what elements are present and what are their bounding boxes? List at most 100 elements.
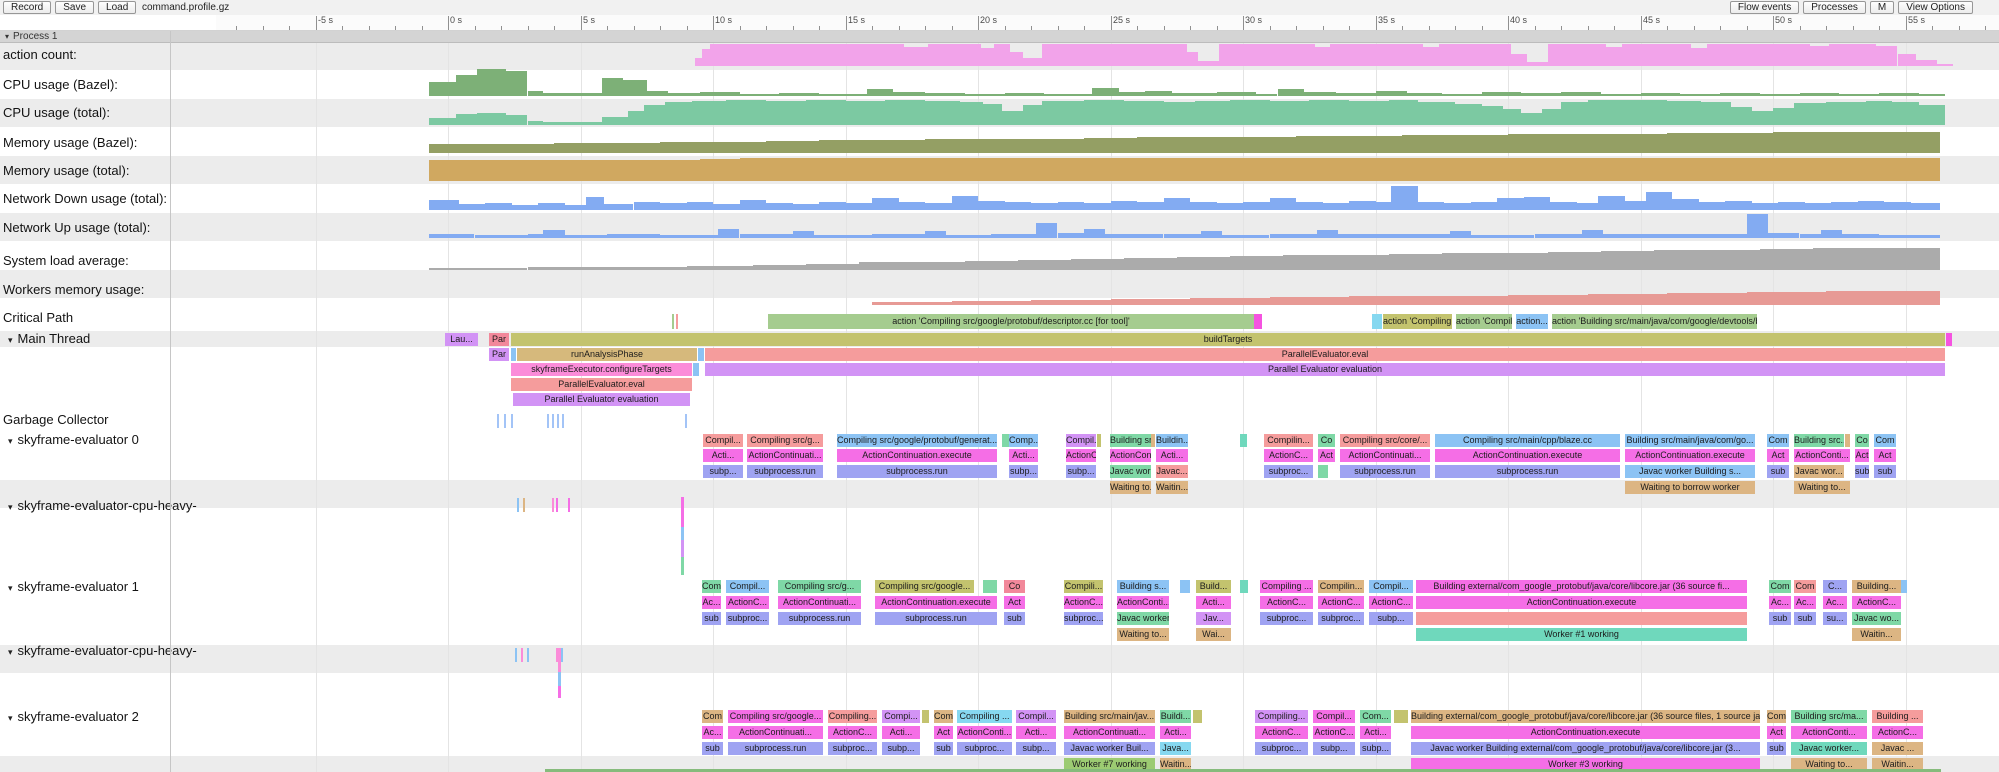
track-segment-skyframe-evaluator-0[interactable]	[1318, 465, 1328, 478]
chart-bar-memory-usage-total[interactable]	[1455, 158, 1561, 181]
chart-bar-cpu-usage-total[interactable]	[1521, 113, 1542, 125]
track-segment-skyframe-evaluator-0[interactable]: Com	[1767, 434, 1789, 447]
track-segment-main-thread[interactable]: Lau...	[445, 333, 478, 346]
chart-bar-cpu-usage-total[interactable]	[1503, 109, 1522, 125]
track-segment-skyframe-evaluator-0[interactable]: ActionC...	[1066, 449, 1096, 462]
chart-bar-cpu-usage-bazel[interactable]	[1720, 93, 1760, 96]
chart-bar-cpu-usage-total[interactable]	[1455, 104, 1482, 125]
chart-bar-workers-memory-usage[interactable]	[1747, 292, 1827, 305]
track-segment-skyframe-evaluator-1[interactable]: Build...	[1196, 580, 1231, 593]
chart-bar-cpu-usage-total[interactable]	[1482, 106, 1503, 125]
chart-bar-cpu-usage-total[interactable]	[477, 113, 506, 125]
chart-bar-network-down-usage-total[interactable]	[766, 203, 793, 210]
track-segment-skyframe-evaluator-0[interactable]: Act	[1767, 449, 1789, 462]
chart-bar-network-down-usage-total[interactable]	[512, 205, 539, 210]
chart-bar-memory-usage-bazel[interactable]	[660, 142, 713, 153]
track-segment-skyframe-evaluator-0[interactable]: Waiting to...	[1110, 481, 1151, 494]
track-segment-skyframe-evaluator-2[interactable]: subproc...	[957, 742, 1012, 755]
track-segment-skyframe-evaluator-0[interactable]	[1845, 434, 1850, 447]
track-segment-skyframe-evaluator-0[interactable]: ActionContinuati...	[1340, 449, 1430, 462]
chart-bar-memory-usage-bazel[interactable]	[872, 140, 925, 153]
track-segment-skyframe-evaluator-1[interactable]: subprocess.run	[778, 612, 861, 625]
chart-bar-cpu-usage-total[interactable]	[766, 101, 806, 125]
chart-bar-action-count[interactable]	[1010, 52, 1023, 66]
track-segment-skyframe-evaluator-1[interactable]	[983, 580, 997, 593]
chart-bar-system-load-average[interactable]	[859, 262, 912, 270]
chart-bar-workers-memory-usage[interactable]	[1111, 299, 1191, 305]
chart-bar-cpu-usage-total[interactable]	[726, 100, 766, 125]
track-segment-skyframe-evaluator-1[interactable]: Building external/com_google_protobuf/ja…	[1416, 580, 1747, 593]
track-segment-skyframe-evaluator-2[interactable]	[922, 710, 929, 723]
chart-bar-cpu-usage-total[interactable]	[1561, 102, 1588, 125]
track-segment-skyframe-evaluator-0[interactable]: sub	[1855, 465, 1869, 478]
chart-bar-memory-usage-bazel[interactable]	[1561, 134, 1614, 153]
chart-bar-network-up-usage-total[interactable]	[1906, 235, 1940, 238]
track-segment-skyframe-evaluator-1[interactable]: ActionContinuati...	[778, 596, 861, 609]
chart-bar-network-down-usage-total[interactable]	[1323, 203, 1350, 210]
chart-bar-action-count[interactable]	[1219, 44, 1314, 66]
chart-bar-system-load-average[interactable]	[1283, 255, 1336, 270]
chart-bar-cpu-usage-bazel[interactable]	[1145, 91, 1172, 96]
chart-bar-cpu-usage-total[interactable]	[1701, 102, 1730, 125]
chart-bar-cpu-usage-bazel[interactable]	[965, 94, 1005, 96]
chart-bar-network-up-usage-total[interactable]	[607, 234, 660, 238]
chart-bar-memory-usage-total[interactable]	[429, 160, 673, 181]
chart-bar-network-up-usage-total[interactable]	[793, 231, 814, 238]
chart-bar-network-up-usage-total[interactable]	[1800, 234, 1821, 238]
time-ruler[interactable]	[216, 15, 1999, 31]
track-segment-skyframe-evaluator-2[interactable]: ActionC...	[828, 726, 877, 739]
chart-bar-network-up-usage-total[interactable]	[1201, 231, 1222, 238]
chart-bar-cpu-usage-total[interactable]	[846, 101, 886, 125]
track-segment-skyframe-evaluator-1[interactable]: su...	[1823, 612, 1847, 625]
chart-bar-network-up-usage-total[interactable]	[1747, 214, 1768, 238]
chart-bar-network-up-usage-total[interactable]	[1535, 234, 1583, 238]
chart-bar-network-up-usage-total[interactable]	[1270, 234, 1318, 238]
track-segment-skyframe-evaluator-1[interactable]: ActionC...	[1064, 596, 1103, 609]
chart-bar-memory-usage-bazel[interactable]	[1826, 132, 1879, 153]
chart-bar-network-up-usage-total[interactable]	[1879, 235, 1906, 238]
track-segment-skyframe-evaluator-1[interactable]: Compiling src/google...	[875, 580, 974, 593]
chart-bar-cpu-usage-bazel[interactable]	[1641, 93, 1681, 96]
chart-bar-cpu-usage-bazel[interactable]	[1407, 93, 1441, 96]
chart-bar-network-down-usage-total[interactable]	[952, 196, 979, 210]
track-segment-skyframe-evaluator-1[interactable]	[1416, 612, 1747, 625]
chart-bar-cpu-usage-total[interactable]	[1542, 109, 1561, 125]
chart-bar-network-down-usage-total[interactable]	[1858, 201, 1885, 210]
chart-bar-memory-usage-total[interactable]	[740, 158, 780, 181]
track-segment-skyframe-evaluator-1[interactable]	[1240, 580, 1248, 593]
chart-bar-cpu-usage-bazel[interactable]	[1217, 92, 1257, 96]
chart-bar-cpu-usage-bazel[interactable]	[1680, 94, 1720, 96]
track-segment-skyframe-evaluator-1[interactable]: subp...	[1369, 612, 1413, 625]
chart-bar-network-up-usage-total[interactable]	[991, 234, 1036, 238]
chart-bar-memory-usage-bazel[interactable]	[1402, 135, 1455, 153]
track-segment-skyframe-evaluator-1[interactable]: Worker #1 working	[1416, 628, 1747, 641]
chart-bar-cpu-usage-bazel[interactable]	[1376, 91, 1408, 96]
track-segment-skyframe-evaluator-2[interactable]: Act	[934, 726, 953, 739]
save-button[interactable]: Save	[55, 1, 94, 14]
chart-bar-cpu-usage-bazel[interactable]	[429, 82, 456, 96]
track-segment-skyframe-evaluator-1[interactable]: ActionConti...	[1117, 596, 1169, 609]
cpu-heavy-event-tick[interactable]	[523, 498, 525, 512]
chart-bar-system-load-average[interactable]	[528, 267, 608, 270]
chart-bar-cpu-usage-total[interactable]	[1731, 107, 1752, 125]
chart-bar-memory-usage-bazel[interactable]	[1190, 137, 1243, 153]
track-segment-skyframe-evaluator-1[interactable]	[1901, 580, 1907, 593]
track-segment-skyframe-evaluator-1[interactable]: Com	[1769, 580, 1791, 593]
track-segment-skyframe-evaluator-0[interactable]: Acti...	[703, 449, 743, 462]
chart-bar-system-load-average[interactable]	[1124, 258, 1177, 270]
track-segment-skyframe-evaluator-1[interactable]: Act	[1004, 596, 1025, 609]
chart-bar-cpu-usage-bazel[interactable]	[867, 89, 894, 96]
chart-bar-network-down-usage-total[interactable]	[1911, 203, 1940, 210]
track-segment-skyframe-evaluator-0[interactable]: Comp...	[1009, 434, 1038, 447]
chart-bar-cpu-usage-bazel[interactable]	[1119, 92, 1146, 96]
track-segment-critical-path[interactable]: action...	[1516, 314, 1548, 329]
chart-bar-network-up-usage-total[interactable]	[1667, 234, 1720, 238]
track-segment-skyframe-evaluator-0[interactable]: subp...	[1009, 465, 1038, 478]
track-segment-skyframe-evaluator-1[interactable]: subproc...	[1064, 612, 1103, 625]
track-segment-skyframe-evaluator-2[interactable]	[1193, 710, 1202, 723]
chart-bar-network-down-usage-total[interactable]	[634, 202, 661, 210]
chart-bar-network-down-usage-total[interactable]	[1497, 198, 1524, 210]
chart-bar-action-count[interactable]	[710, 44, 903, 66]
track-segment-skyframe-evaluator-0[interactable]: Building src/main/java/com/go...	[1625, 434, 1755, 447]
chart-bar-workers-memory-usage[interactable]	[1588, 294, 1668, 305]
